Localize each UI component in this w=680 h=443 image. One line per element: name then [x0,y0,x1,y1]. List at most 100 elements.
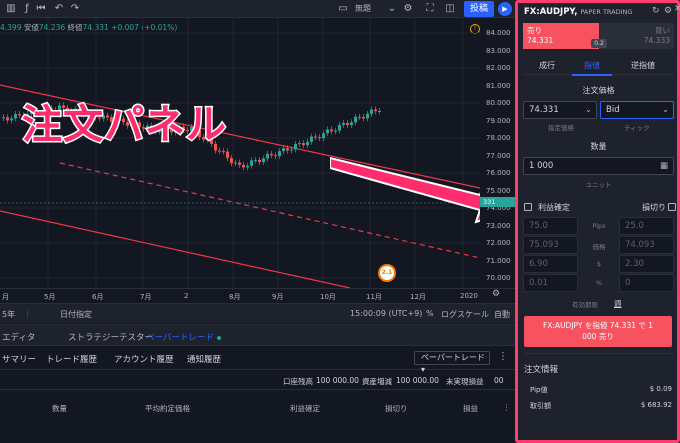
gear-icon[interactable]: ⚙ [664,6,672,16]
sell-price: 74.331 [527,36,554,45]
candle-body [330,129,333,132]
candle-body [222,151,225,153]
stop-loss-checkbox[interactable] [668,203,676,211]
col-avg-price[interactable]: 平均約定価格 [145,403,190,414]
undo-icon[interactable]: ↶ [52,2,66,16]
stop-loss-label: 損切り [642,203,666,212]
price-axis[interactable]: 84.000 83.000 82.000 81.000 80.000 79.000 78.0… [480,18,515,288]
candle-body [226,151,229,159]
time-tick: 10月 [320,293,336,301]
take-profit-label: 利益確定 [538,203,570,212]
subtab-account-history[interactable]: アカウント履歴 [114,353,174,365]
candles-icon[interactable]: ▥ [4,2,18,16]
gear-icon[interactable]: ⚙ [401,2,415,16]
percent-toggle[interactable]: % [426,309,434,318]
range-separator: | [26,309,29,318]
sl-price-input[interactable]: 74.093 [619,236,674,254]
tab-stop[interactable]: 逆指値 [631,60,655,71]
candle-body [314,136,317,138]
place-order-button[interactable]: FX:AUDJPY を指値 74.331 で 1 000 売り [524,316,672,347]
trade-marker-icon[interactable]: 2.1 [378,264,396,282]
candle-body [374,109,377,112]
order-price-label: 注文価格 [582,86,615,95]
layout-name-select[interactable]: 無題 [355,3,371,14]
current-price-tag: 331 [480,197,515,207]
order-broker: PAPER TRADING [580,8,633,16]
range-5y[interactable]: 5年 [2,309,15,320]
quantity-input[interactable]: 1 000 ▦ [523,157,674,175]
validity-select[interactable]: 週 [614,298,622,309]
tab-limit[interactable]: 指値 [584,60,600,71]
order-type-tabs: 成行 指値 逆指値 [523,55,674,75]
time-tick: 2 [184,292,189,300]
sl-pips-input[interactable]: 25.0 [619,217,674,235]
order-price-input[interactable]: 74.331 ⌄ [523,101,597,119]
usd-label: $ [596,260,602,268]
fullscreen-icon[interactable]: ⛶ [423,2,437,16]
broker-select[interactable]: ペーパートレード ▾ [414,351,490,374]
calculator-icon[interactable]: ▦ [660,158,668,174]
axis-settings-icon[interactable]: ⚙ [492,289,500,299]
candle-body [378,110,381,112]
close-icon[interactable]: ✕ [674,4,680,14]
tab-paper-trading[interactable]: ペーパートレード [146,331,221,343]
tab-pine-editor[interactable]: エディタ [2,331,35,343]
price-tick: 78.000 [486,134,511,142]
tp-percent-input[interactable]: 0.01 [523,274,578,292]
subtab-trade-history[interactable]: トレード履歴 [46,353,97,365]
sl-usd-input[interactable]: 2.30 [619,255,674,273]
sub-tabs: サマリー トレード履歴 アカウント履歴 通知履歴 ペーパートレード ▾ ⋮ [0,346,515,374]
subtab-notifications[interactable]: 通知履歴 [187,353,221,365]
time-tick: 7月 [140,293,152,301]
tab-strategy-tester[interactable]: ストラテジーテスター [68,331,153,343]
sl-percent-input[interactable]: 0 [619,274,674,292]
time-tick: 2020 [460,292,478,300]
col-stop-loss[interactable]: 損切り [385,403,408,414]
broker-select-label: ペーパートレード [421,353,485,362]
publish-button[interactable]: 投稿 [464,1,494,17]
tp-pips-input[interactable]: 75.0 [523,217,578,235]
log-scale-toggle[interactable]: ログスケール [441,309,489,320]
indicators-icon[interactable]: ƒ [20,2,34,16]
tick-sublabel: ティック [624,124,650,132]
bottom-panel-tabs: エディタ ストラテジーテスター ペーパートレード [0,324,515,346]
col-qty[interactable]: 数量 [52,403,67,414]
price-tick: 72.000 [486,239,511,247]
tick-source-value: Bid [606,105,620,115]
take-profit-checkbox[interactable] [524,203,532,211]
rewind-icon[interactable]: ⏮ [34,2,48,16]
candle-body [14,114,17,119]
col-pnl[interactable]: 損益 [463,403,478,414]
camera-icon[interactable]: ◫ [443,2,457,16]
candle-body [294,144,297,150]
divider [523,353,674,354]
subtab-summary[interactable]: サマリー [2,353,36,365]
chevron-down-icon[interactable]: ⌄ [385,2,399,16]
layout-icon[interactable]: ▭ [336,2,350,16]
price-tick: 82.000 [486,64,511,72]
redo-icon[interactable]: ↷ [68,2,82,16]
tp-usd-input[interactable]: 6.90 [523,255,578,273]
goto-date-button[interactable]: 日付指定 [60,309,92,320]
col-take-profit[interactable]: 利益確定 [290,403,320,414]
candle-body [6,117,9,121]
more-options-icon[interactable]: ⋮ [498,351,508,362]
refresh-icon[interactable]: ↻ [652,6,660,16]
candle-body [358,116,361,118]
order-symbol: FX:AUDJPY [524,7,575,17]
auto-scale-toggle[interactable]: 自動 [494,309,510,320]
buy-side-button[interactable]: 買い 74.333 [599,23,674,49]
candle-body [218,150,221,152]
sell-side-button[interactable]: 売り 74.331 [523,23,599,49]
price-tick: 76.000 [486,169,511,177]
candle-body [2,117,5,119]
time-axis[interactable]: 月 5月 6月 7月 2 8月 9月 10月 11月 12月 2020 [0,288,515,302]
play-icon[interactable]: ▶ [498,2,512,16]
candle-body [282,148,285,152]
tp-price-input[interactable]: 75.093 [523,236,578,254]
unit-label: ユニット [585,181,612,189]
pip-value-label: Pip値 [530,386,548,394]
tab-market[interactable]: 成行 [539,60,555,71]
column-menu-icon[interactable]: ⋮ [503,403,511,412]
tick-source-select[interactable]: Bid ⌄ [600,101,674,119]
